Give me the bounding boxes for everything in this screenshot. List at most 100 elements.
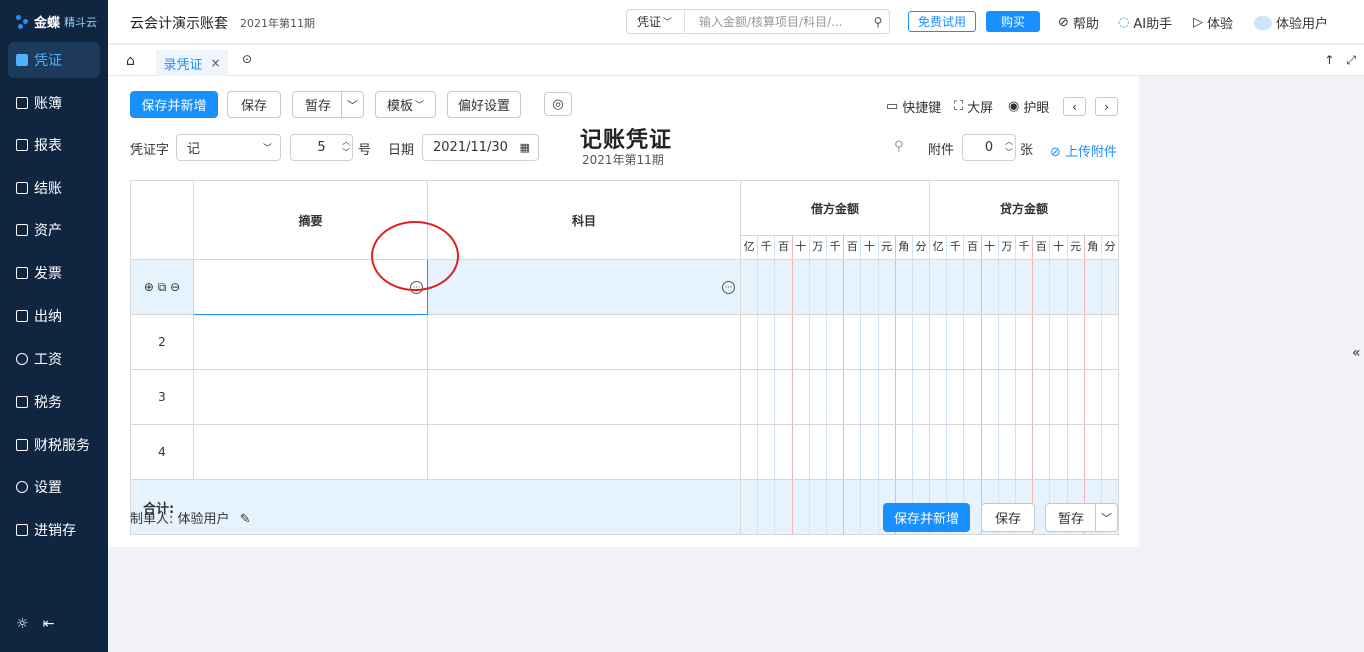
attachment-count-stepper[interactable]: 0 ︿ ﹀ [962,134,1016,161]
global-search[interactable]: 凭证 ﹀ 输入金额/核算项目/科目/... ⚲ [626,9,890,34]
theme-sun-icon[interactable]: ☼ [16,616,29,632]
add-row-icon[interactable]: ⊕ [144,280,154,294]
sidebar-item-label: 财税服务 [34,438,90,454]
sidebar-item-settings[interactable]: 设置 [8,469,100,505]
sidebar-item-cashier[interactable]: 出纳 [8,298,100,334]
search-type-select[interactable]: 凭证 ﹀ [627,10,685,33]
summary-input[interactable] [193,369,428,425]
tab-record-voucher[interactable]: 录凭证 × [156,48,228,76]
subject-input[interactable]: ··· [427,259,741,315]
ai-label: AI助手 [1133,17,1173,32]
logo-sub: 精斗云 [64,15,98,29]
draft-button[interactable]: 暂存 ﹀ [292,91,364,118]
credit-amount-grid [930,370,1118,424]
save-button[interactable]: 保存 [981,503,1035,532]
stepper-arrows-icon[interactable]: ︿ ﹀ [1005,136,1013,158]
sidebar-item-label: 税务 [34,395,62,411]
credit-amount-cell[interactable] [929,259,1119,315]
arrow-up-icon[interactable]: ↑ [1324,53,1334,68]
sidebar-item-label: 进销存 [34,523,76,539]
paperclip-icon: ⊘ [1050,145,1061,160]
more-options-icon[interactable]: ··· [722,281,735,294]
credit-amount-cell[interactable] [929,424,1119,480]
sidebar-item-report[interactable]: 报表 [8,127,100,163]
summary-input[interactable] [193,424,428,480]
chevron-down-icon[interactable]: ﹀ [341,92,363,117]
buy-button[interactable]: 购买 [986,11,1040,32]
attachment-label: 附件 [928,143,955,158]
save-button[interactable]: 保存 [227,91,281,118]
expand-icon[interactable]: ⤢ [1346,53,1356,68]
calendar-icon: ▦ [519,141,530,154]
logo-main: 金蝶 [34,16,61,31]
save-new-button[interactable]: 保存并新增 [883,503,970,532]
credit-amount-cell[interactable] [929,314,1119,370]
credit-amount-grid [930,315,1118,369]
account-name[interactable]: 云会计演示账套 [130,13,228,33]
free-trial-button[interactable]: 免费试用 [908,11,976,32]
chevron-down-icon[interactable]: ﹀ [1095,504,1117,531]
draft-button[interactable]: 暂存 ﹀ [1045,503,1118,532]
table-row[interactable]: 2 [130,314,1119,370]
sidebar-item-salary[interactable]: 工资 [8,341,100,377]
table-row[interactable]: 4 [130,424,1119,480]
draft-label: 暂存 [305,99,332,114]
next-voucher-button[interactable]: › [1095,97,1118,116]
edit-icon[interactable]: ✎ [240,512,251,527]
debit-amount-cell[interactable] [740,314,930,370]
remove-row-icon[interactable]: ⊖ [170,280,180,294]
eye-care-link[interactable]: ◉ 护眼 [1008,97,1049,116]
account-period: 2021年第11期 [240,17,315,30]
expand-panel-icon[interactable]: « [1352,345,1361,361]
avatar [1254,15,1272,30]
save-new-button[interactable]: 保存并新增 [130,91,218,118]
debit-amount-cell[interactable] [740,369,930,425]
sidebar-item-asset[interactable]: 资产 [8,212,100,248]
close-icon[interactable]: × [210,56,220,70]
preference-button[interactable]: 偏好设置 [447,91,521,118]
search-icon[interactable]: ⚲ [867,15,889,29]
ai-assistant-link[interactable]: ◌ AI助手 [1118,13,1172,32]
collapse-sidebar-icon[interactable]: ⇤ [43,616,55,632]
date-picker[interactable]: 2021/11/30 ▦ [422,134,539,161]
help-link[interactable]: ⊘ 帮助 [1058,13,1099,32]
sidebar-item-closing[interactable]: 结账 [8,170,100,206]
stepper-arrows-icon[interactable]: ︿ ﹀ [342,136,350,158]
prev-voucher-button[interactable]: ‹ [1063,97,1086,116]
sidebar-item-inventory[interactable]: 进销存 [8,512,100,548]
sidebar-item-finance-service[interactable]: 财税服务 [8,427,100,463]
attachment-unit: 张 [1020,143,1034,158]
sidebar-bottom: ☼ ⇤ [16,616,54,632]
sidebar-item-label: 凭证 [34,53,62,69]
subject-input[interactable] [427,369,741,425]
subject-input[interactable] [427,314,741,370]
search-icon[interactable]: ⚲ [894,139,904,154]
search-input[interactable]: 输入金额/核算项目/科目/... [685,13,867,30]
shortcut-link[interactable]: ▭ 快捷键 [886,97,941,116]
sidebar-item-ledger[interactable]: 账簿 [8,85,100,121]
debit-amount-cell[interactable] [740,424,930,480]
sidebar-item-label: 资产 [34,223,62,239]
tab-list-dropdown-icon[interactable]: ⊙ [242,52,252,66]
digit-scale: 亿千百十万千百十元角分 [930,236,1118,259]
template-button[interactable]: 模板 ﹀ [375,91,436,118]
home-icon[interactable]: ⌂ [126,53,135,69]
upload-attachment-link[interactable]: ⊘ 上传附件 [1050,141,1117,160]
credit-amount-cell[interactable] [929,369,1119,425]
fullscreen-link[interactable]: ⛶ 大屏 [954,97,993,116]
summary-input[interactable] [193,314,428,370]
voucher-number-stepper[interactable]: 5 ︿ ﹀ [290,134,353,161]
settings-icon [16,481,28,493]
table-row[interactable]: 3 [130,369,1119,425]
view-toggle-button[interactable]: ◎ [544,92,572,116]
copy-row-icon[interactable]: ⧉ [158,280,167,294]
experience-link[interactable]: ▷ 体验 [1193,13,1233,32]
voucher-word-select[interactable]: 记 ﹀ [176,134,281,161]
sidebar-item-tax[interactable]: 税务 [8,384,100,420]
table-row[interactable]: ⊕ ⧉ ⊖ ··· ··· [130,259,1119,315]
debit-amount-cell[interactable] [740,259,930,315]
user-menu[interactable]: 体验用户 [1254,13,1328,32]
sidebar-item-voucher[interactable]: 凭证 [8,42,100,78]
sidebar-item-invoice[interactable]: 发票 [8,255,100,291]
subject-input[interactable] [427,424,741,480]
